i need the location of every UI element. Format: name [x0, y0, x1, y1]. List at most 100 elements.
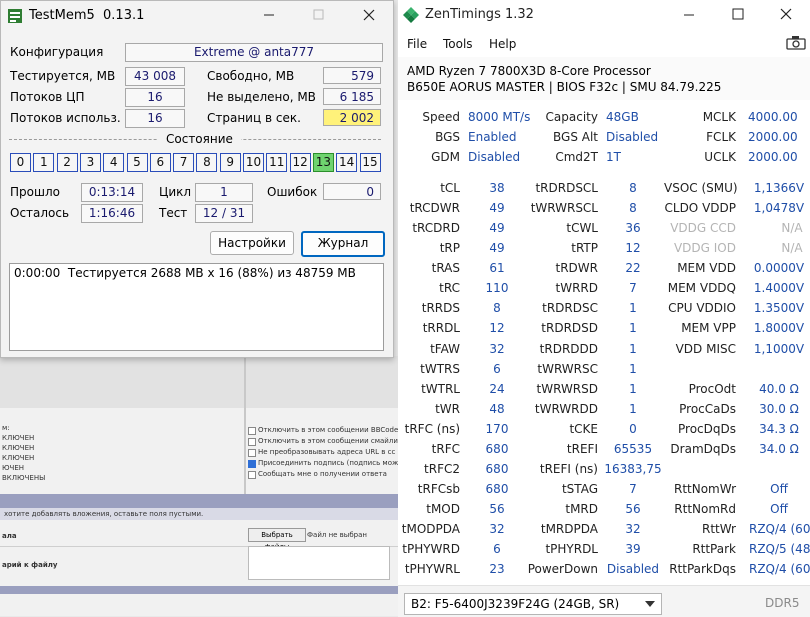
- bg-option: Не преобразовывать адреса URL в сс: [258, 448, 396, 456]
- choose-file-button[interactable]: Выбрать файлы: [248, 528, 306, 551]
- bg-checkbox[interactable]: [248, 471, 256, 479]
- bg-left-fragment: КЛЮЧЕН: [2, 454, 35, 462]
- timing-label: tMODPDA: [401, 522, 460, 537]
- settings-button[interactable]: Настройки: [210, 231, 294, 255]
- camera-icon[interactable]: [786, 35, 806, 50]
- testmem-titlebar[interactable]: TestMem5 0.13.1: [1, 1, 393, 31]
- bg-band: [0, 494, 398, 508]
- tested-value: 43 008: [125, 67, 185, 86]
- segment-indicator: 0: [10, 153, 31, 172]
- timing-value: 1: [629, 361, 637, 376]
- voltage-value: 1,1366V: [753, 181, 805, 195]
- timing-label: tRFC: [431, 441, 460, 456]
- menu-file[interactable]: File: [407, 37, 427, 51]
- timing-label: tWR: [435, 401, 460, 416]
- timing-value: 680: [485, 482, 509, 497]
- minimize-icon[interactable]: [683, 9, 695, 21]
- timing-value: 48: [489, 401, 505, 416]
- timing-label: tRDRDSC: [542, 301, 598, 316]
- setting-label: Capacity: [545, 110, 598, 124]
- maximize-icon[interactable]: [732, 8, 744, 20]
- timing-value: 56: [489, 502, 505, 517]
- timing-label: tRP: [439, 241, 460, 256]
- timing-value: 36: [625, 221, 641, 236]
- bg-checkbox[interactable]: [248, 449, 256, 457]
- timing-label: tMRD: [565, 502, 598, 517]
- elapsed-value: 0:13:14: [81, 183, 143, 202]
- close-icon[interactable]: [363, 9, 375, 21]
- errors-value: 0: [323, 183, 381, 200]
- cpu-name: AMD Ryzen 7 7800X3D 8-Core Processor: [407, 64, 651, 78]
- bg-band: [0, 586, 398, 594]
- config-value: Extreme @ anta777: [125, 43, 383, 62]
- close-icon[interactable]: [780, 8, 792, 20]
- timing-label: tRDWR: [555, 261, 599, 276]
- processor-info-panel: AMD Ryzen 7 7800X3D 8-Core Processor B65…: [398, 57, 810, 100]
- menu-help[interactable]: Help: [489, 37, 516, 51]
- log-area[interactable]: 0:00:00 Тестируется 2688 МВ x 16 (88%) и…: [9, 263, 384, 351]
- timing-label: tWTRL: [421, 381, 460, 396]
- voltage-value: Off: [770, 502, 788, 517]
- voltage-value: 30.0 Ω: [759, 401, 799, 416]
- timing-label: tWRRD: [555, 281, 599, 296]
- timing-value: 38: [489, 181, 505, 195]
- segment-indicator: 14: [336, 153, 358, 172]
- maximize-icon: [313, 9, 324, 20]
- timing-value: 32: [625, 522, 641, 537]
- clock-value: 4000.00: [748, 110, 798, 124]
- log-button[interactable]: Журнал: [301, 231, 385, 257]
- errors-label: Ошибок: [267, 185, 318, 199]
- bg-checkbox-checked[interactable]: [248, 460, 256, 468]
- bg-comment-label: арий к файлу: [2, 561, 58, 569]
- timing-label: tRDRDSCL: [535, 181, 598, 195]
- bg-option: Сообщать мне о получении ответа: [258, 470, 387, 478]
- segment-indicator: 3: [79, 153, 101, 172]
- bg-checkbox[interactable]: [248, 438, 256, 446]
- free-value: 579: [323, 67, 381, 84]
- testmem-window: TestMem5 0.13.1 Конфигурация Extreme @ a…: [0, 0, 394, 358]
- bg-left-fragment: м:: [2, 424, 10, 432]
- bg-option: Присоединить подпись (подпись можн: [258, 459, 403, 467]
- dimm-select[interactable]: B2: F5-6400J3239F24G (24GB, SR): [404, 593, 662, 615]
- timing-label: tRDRDSD: [541, 321, 598, 336]
- voltage-label: ProcOdt: [688, 381, 736, 396]
- menu-tools[interactable]: Tools: [443, 37, 473, 51]
- timing-label: tWRWRSC: [537, 361, 598, 376]
- cpu-threads-label: Потоков ЦП: [10, 90, 85, 104]
- timing-label: tPHYRDL: [545, 542, 598, 557]
- remaining-value: 1:16:46: [81, 204, 143, 223]
- timing-label: tMRDPDA: [540, 522, 598, 537]
- voltage-label: ProcDqDs: [678, 421, 736, 436]
- voltage-value: Off: [770, 482, 788, 497]
- minimize-icon[interactable]: [263, 9, 275, 21]
- elapsed-label: Прошло: [10, 185, 60, 199]
- timing-label: PowerDown: [527, 562, 598, 577]
- config-label: Конфигурация: [10, 45, 104, 59]
- voltage-label: CPU VDDIO: [668, 301, 736, 316]
- timing-value: 110: [485, 281, 509, 296]
- zentimings-app-icon: [403, 7, 419, 23]
- timing-label: tRFC (ns): [404, 421, 460, 436]
- voltage-value: RZQ/5 (48): [749, 542, 810, 557]
- timing-label: tCKE: [569, 421, 598, 436]
- setting-value: 48GB: [606, 110, 639, 124]
- bg-comment-textarea[interactable]: [248, 546, 390, 580]
- background-forum-page: м: КЛЮЧЕН КЛЮЧЕН КЛЮЧЕН ЮЧЕН ВКЛЮЧЕНЫ От…: [0, 356, 403, 616]
- pages-label: Страниц в сек.: [207, 111, 301, 125]
- zentimings-title: ZenTimings 1.32: [425, 7, 534, 22]
- voltage-value: 1.8000V: [753, 321, 805, 336]
- zentimings-titlebar[interactable]: ZenTimings 1.32: [398, 0, 810, 30]
- timing-label: tRRDS: [421, 301, 460, 316]
- timing-label: tWRWRSCL: [530, 201, 598, 216]
- timing-value: 32: [489, 341, 505, 356]
- timing-label: tRRDL: [422, 321, 460, 336]
- timing-value: 24: [489, 381, 505, 396]
- timing-value: 1: [629, 401, 637, 416]
- voltage-label: RttParkDqs: [669, 562, 736, 577]
- voltage-label: CLDO VDDP: [664, 201, 737, 216]
- setting-label: GDM: [431, 150, 460, 164]
- setting-label: Speed: [422, 110, 460, 124]
- bg-checkbox[interactable]: [248, 427, 256, 435]
- timing-value: 6: [493, 542, 501, 557]
- segment-indicator: 5: [126, 153, 148, 172]
